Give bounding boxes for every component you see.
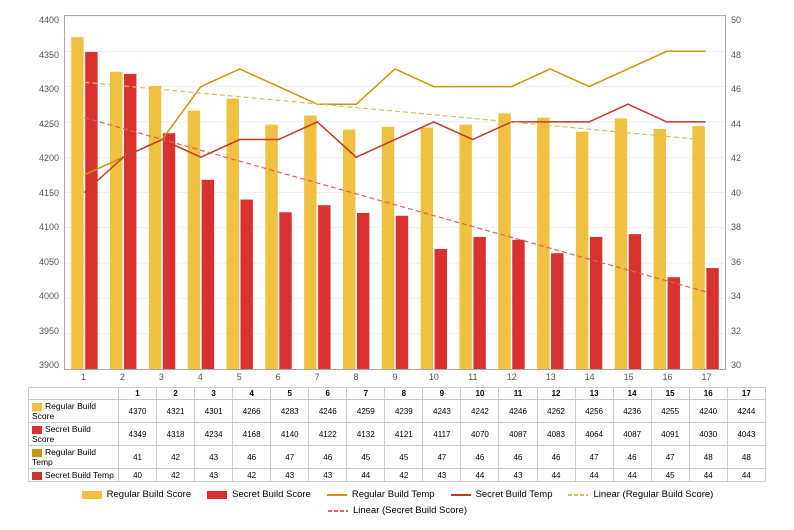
y-axis-right: 5048464442403836343230 — [726, 15, 756, 370]
y-axis-left: 4400435043004250420041504100405040003950… — [28, 15, 64, 370]
legend-item: Linear (Regular Build Score) — [567, 489, 713, 500]
legend-item: Regular Build Score — [81, 489, 192, 500]
plot-area — [64, 15, 726, 370]
data-table-wrapper: 1234567891011121314151617Regular Build S… — [18, 384, 776, 485]
legend-item: Linear (Secret Build Score) — [327, 505, 467, 516]
legend: Regular Build Score Secret Build Score Reg… — [10, 489, 784, 516]
legend-item: Secret Build Temp — [450, 489, 553, 500]
x-axis-labels: 1234567891011121314151617 — [64, 372, 726, 382]
legend-item: Regular Build Temp — [326, 489, 435, 500]
legend-item: Secret Build Score — [206, 489, 311, 500]
chart-container: 4400435043004250420041504100405040003950… — [0, 0, 794, 530]
data-table: 1234567891011121314151617Regular Build S… — [28, 387, 766, 482]
